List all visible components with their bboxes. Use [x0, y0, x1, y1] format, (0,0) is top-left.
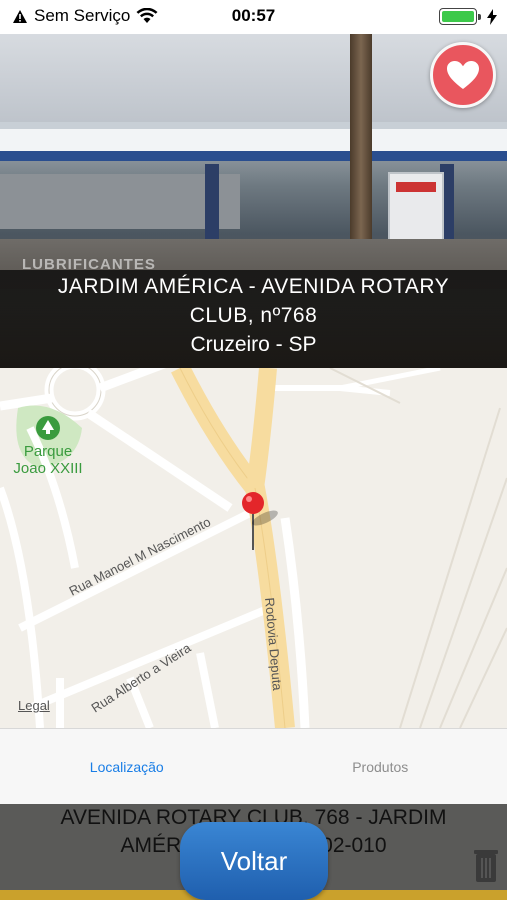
tab-bar: Localização Produtos [0, 728, 507, 804]
photo-canopy [0, 129, 507, 161]
photo-pillar [205, 164, 219, 244]
tab-produtos[interactable]: Produtos [254, 729, 507, 804]
clock: 00:57 [231, 6, 276, 25]
address-line-1: JARDIM AMÉRICA - AVENIDA ROTARY [57, 275, 450, 298]
park-label-line-1: Parque [24, 443, 72, 460]
station-photo: LUBRIFICANTES JARDIM AMÉRICA - AVENIDA R… [0, 34, 507, 368]
heart-icon [447, 61, 479, 89]
street-label-manoel: Rua Manoel M Nascimento [67, 514, 214, 599]
charging-icon [487, 8, 497, 25]
map-view[interactable]: Rua Manoel M Nascimento Rodovia Deputa R… [0, 368, 507, 728]
map-roads: Rua Manoel M Nascimento Rodovia Deputa R… [0, 368, 507, 728]
city-label: Cruzeiro - SP [190, 333, 317, 356]
status-bar: Sem Serviço 00:57 [0, 0, 507, 34]
favorite-button[interactable] [430, 42, 496, 108]
tab-localizacao[interactable]: Localização [0, 729, 254, 804]
photo-building [0, 174, 240, 229]
location-pin-icon[interactable] [242, 492, 264, 514]
address-line-2: CLUB, nº768 [189, 304, 318, 327]
bottom-panel: AVENIDA ROTARY CLUB, 768 - JARDIM AMÉR 0… [0, 804, 507, 900]
park-label-line-2: Joao XXIII [13, 460, 82, 477]
pin-highlight [246, 496, 252, 502]
back-button[interactable]: Voltar [180, 822, 328, 900]
status-right [439, 8, 497, 25]
battery-icon [439, 8, 481, 25]
trash-icon[interactable] [473, 848, 499, 884]
legal-link[interactable]: Legal [18, 698, 50, 713]
battery-level [442, 11, 474, 22]
address-caption: JARDIM AMÉRICA - AVENIDA ROTARY CLUB, nº… [0, 270, 507, 368]
photo-pole [350, 34, 372, 264]
